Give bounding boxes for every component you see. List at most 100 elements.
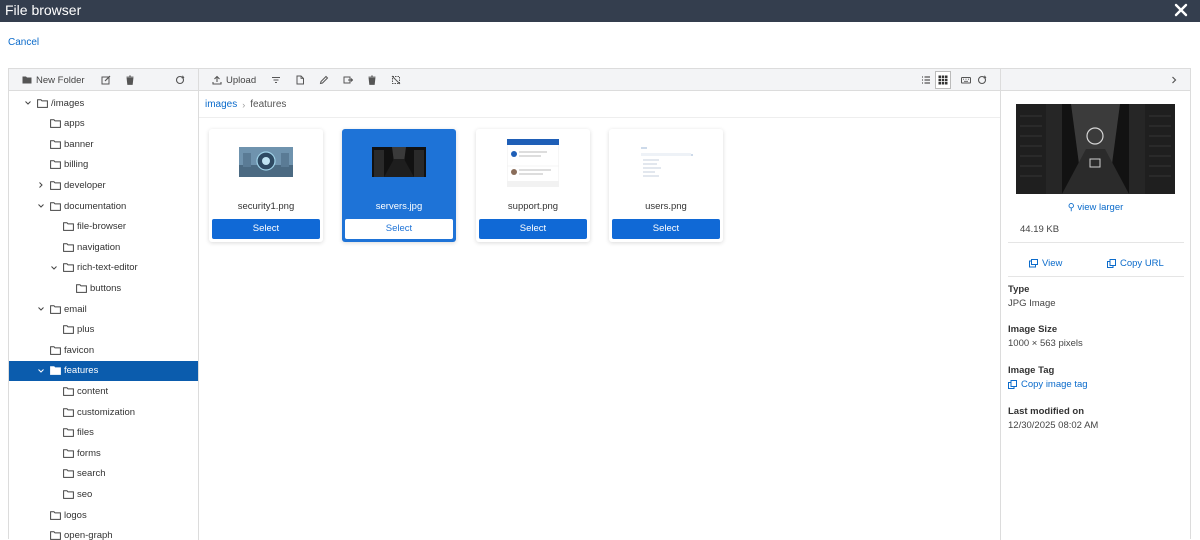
tree-item-label: files — [77, 427, 94, 439]
image-tag-label: Image Tag — [1008, 365, 1055, 376]
folder-icon — [76, 284, 87, 293]
select-button[interactable]: Select — [212, 219, 320, 239]
tree-item-plus[interactable]: plus — [9, 320, 198, 340]
tree-item-developer[interactable]: developer — [9, 175, 198, 195]
move-icon — [343, 76, 353, 84]
new-file-button[interactable] — [295, 73, 305, 87]
tree-item-logos[interactable]: logos — [9, 505, 198, 525]
refresh-tree-button[interactable] — [175, 73, 185, 87]
tree-item-file-browser[interactable]: file-browser — [9, 217, 198, 237]
upload-button[interactable]: Upload — [212, 73, 256, 87]
tree-item-buttons[interactable]: buttons — [9, 278, 198, 298]
tree-item-billing[interactable]: billing — [9, 155, 198, 175]
close-icon[interactable] — [1174, 3, 1188, 17]
view-button[interactable]: View — [1029, 258, 1062, 269]
folder-icon — [63, 387, 74, 396]
folder-icon — [50, 304, 61, 314]
rename-folder-button[interactable] — [101, 73, 111, 87]
chevron-right-icon: › — [242, 99, 246, 110]
chevron-down-icon[interactable] — [50, 264, 58, 272]
select-button[interactable]: Select — [345, 219, 453, 239]
breadcrumb-root[interactable]: images — [205, 99, 237, 110]
deselect-button[interactable] — [391, 73, 401, 87]
view-larger-link[interactable]: ⚲ view larger — [1001, 202, 1190, 213]
tree-item-rich-text-editor[interactable]: rich-text-editor — [9, 258, 198, 278]
tree-item-customization[interactable]: customization — [9, 402, 198, 422]
select-button[interactable]: Select — [612, 219, 720, 239]
tree-item-documentation[interactable]: documentation — [9, 196, 198, 216]
copy-url-button[interactable]: Copy URL — [1107, 258, 1164, 269]
keyboard-shortcuts-button[interactable] — [961, 73, 971, 87]
copy-icon — [1107, 259, 1116, 268]
grid-view-button[interactable] — [935, 71, 951, 89]
file-name: servers.jpg — [375, 201, 423, 212]
folder-icon — [63, 222, 74, 231]
filter-button[interactable] — [271, 73, 281, 87]
image-size-label: Image Size — [1008, 324, 1058, 335]
tree-item-label: banner — [64, 138, 94, 150]
tree-item-seo[interactable]: seo — [9, 484, 198, 504]
chevron-right-icon — [1172, 76, 1177, 84]
chevron-right-icon[interactable] — [37, 181, 45, 189]
chevron-down-icon[interactable] — [37, 367, 45, 375]
folder-open-icon — [50, 366, 61, 376]
grid-view-icon — [938, 75, 948, 85]
file-card-security1[interactable]: security1.png Select — [209, 129, 323, 242]
tree-item-images[interactable]: /images — [9, 93, 198, 113]
file-plus-icon — [296, 75, 304, 85]
folder-icon — [63, 325, 74, 334]
edit-file-button[interactable] — [319, 73, 329, 87]
chevron-down-icon[interactable] — [37, 305, 45, 313]
modified-label: Last modified on — [1008, 406, 1084, 417]
folder-icon — [50, 181, 61, 190]
folder-icon — [50, 201, 61, 211]
refresh-icon — [175, 75, 185, 85]
tree-item-apps[interactable]: apps — [9, 114, 198, 134]
collapse-details-button[interactable] — [1169, 73, 1179, 87]
new-folder-label: New Folder — [36, 74, 85, 86]
tree-item-features[interactable]: features — [9, 360, 198, 381]
file-browser-frame: New Folder Upload /images apps banner bi… — [8, 68, 1191, 540]
file-name: support.png — [507, 201, 559, 212]
select-button[interactable]: Select — [479, 219, 587, 239]
folder-icon — [63, 407, 74, 417]
security1-thumbnail — [239, 147, 293, 177]
tree-item-label: navigation — [77, 241, 121, 253]
refresh-files-button[interactable] — [977, 73, 987, 87]
tree-item-open-graph[interactable]: open-graph — [9, 526, 198, 540]
external-window-icon — [1029, 259, 1038, 268]
copy-image-tag-button[interactable]: Copy image tag — [1008, 379, 1088, 390]
tree-item-favicon[interactable]: favicon — [9, 340, 198, 360]
tree-item-navigation[interactable]: navigation — [9, 237, 198, 257]
divider — [1008, 276, 1184, 277]
divider — [1008, 242, 1184, 243]
trash-icon — [126, 75, 134, 85]
tree-item-content[interactable]: content — [9, 381, 198, 401]
tree-item-label: favicon — [64, 344, 95, 356]
list-view-button[interactable] — [921, 73, 931, 87]
trash-icon — [368, 75, 376, 85]
tree-item-banner[interactable]: banner — [9, 134, 198, 154]
tree-item-forms[interactable]: forms — [9, 443, 198, 463]
file-card-servers[interactable]: servers.jpg Select — [342, 129, 456, 242]
image-preview[interactable] — [1016, 104, 1175, 194]
folder-icon — [37, 98, 48, 108]
chevron-down-icon[interactable] — [24, 99, 32, 107]
delete-folder-button[interactable] — [125, 73, 135, 87]
pencil-icon — [319, 75, 329, 85]
file-card-users[interactable]: users.png Select — [609, 129, 723, 242]
tree-item-label: customization — [77, 406, 136, 418]
cancel-link[interactable]: Cancel — [8, 37, 39, 48]
new-folder-button[interactable]: New Folder — [22, 73, 85, 87]
tree-item-email[interactable]: email — [9, 299, 198, 319]
tree-item-search[interactable]: search — [9, 464, 198, 484]
tree-item-label: file-browser — [77, 221, 127, 233]
file-card-support[interactable]: support.png Select — [476, 129, 590, 242]
edit-square-icon — [101, 75, 111, 85]
tree-item-files[interactable]: files — [9, 423, 198, 443]
chevron-down-icon[interactable] — [37, 202, 45, 210]
refresh-icon — [977, 75, 987, 85]
delete-file-button[interactable] — [367, 73, 377, 87]
move-file-button[interactable] — [343, 73, 353, 87]
folder-icon — [50, 160, 61, 170]
